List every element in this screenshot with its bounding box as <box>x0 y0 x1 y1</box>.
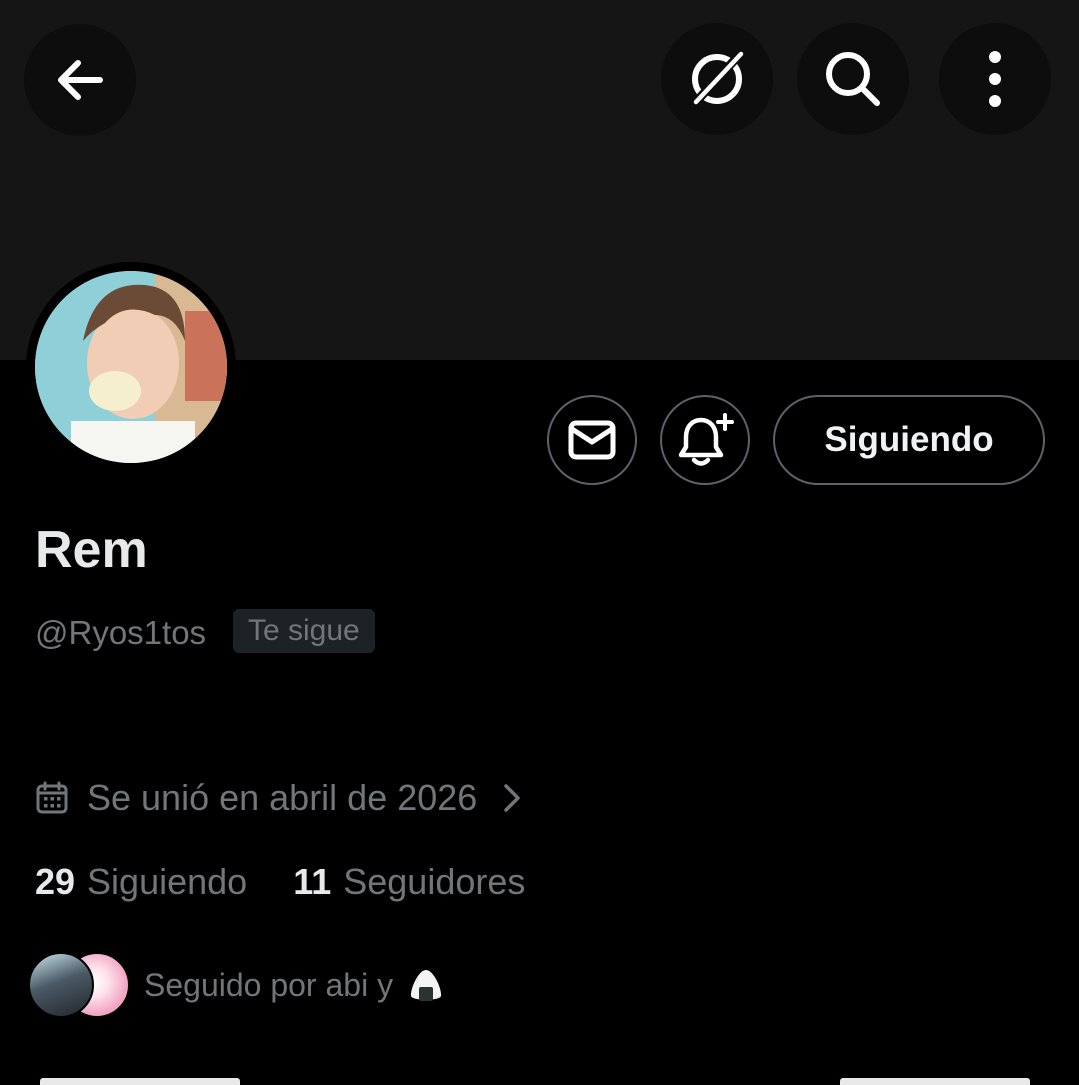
followers-stat[interactable]: 11 Seguidores <box>293 861 525 903</box>
profile-handle: @Ryos1tos <box>35 614 207 651</box>
followed-by-avatars <box>28 950 132 1020</box>
mail-icon <box>568 420 616 460</box>
search-button[interactable] <box>797 23 909 135</box>
message-button[interactable] <box>547 395 637 485</box>
follows-you-badge: Te sigue <box>233 609 375 653</box>
followers-count: 11 <box>293 861 332 902</box>
follow-stats: 29 Siguiendo 11 Seguidores <box>35 858 525 906</box>
calendar-icon <box>36 781 68 814</box>
joined-date[interactable]: Se unió en abril de 2026 <box>35 774 521 822</box>
profile-avatar[interactable] <box>26 262 236 472</box>
avatar-photo <box>35 271 227 463</box>
more-options-button[interactable] <box>939 23 1051 135</box>
follower-avatar <box>28 952 94 1018</box>
grok-icon <box>689 47 747 109</box>
profile-name: Rem <box>35 521 148 579</box>
back-button[interactable] <box>24 24 136 136</box>
notifications-button[interactable] <box>660 395 750 485</box>
tab-strip-cutoff <box>0 1074 1079 1085</box>
more-vertical-icon <box>989 51 1001 107</box>
bell-plus-icon <box>678 413 734 466</box>
followed-by-row[interactable]: Seguido por abi y <box>28 950 444 1020</box>
following-count: 29 <box>35 861 76 902</box>
following-label: Siguiendo <box>87 861 248 902</box>
followed-by-text: Seguido por abi y <box>144 967 444 1004</box>
following-button[interactable]: Siguiendo <box>773 395 1045 485</box>
grok-button[interactable] <box>661 23 773 135</box>
chevron-right-icon <box>504 784 521 812</box>
followers-label: Seguidores <box>343 861 526 902</box>
arrow-left-icon <box>58 60 103 100</box>
followed-by-label: Seguido por abi y <box>144 966 394 1003</box>
following-stat[interactable]: 29 Siguiendo <box>35 861 247 903</box>
joined-text: Se unió en abril de 2026 <box>87 777 478 818</box>
rice-ball-emoji-icon <box>410 969 442 1001</box>
search-icon <box>826 52 880 106</box>
